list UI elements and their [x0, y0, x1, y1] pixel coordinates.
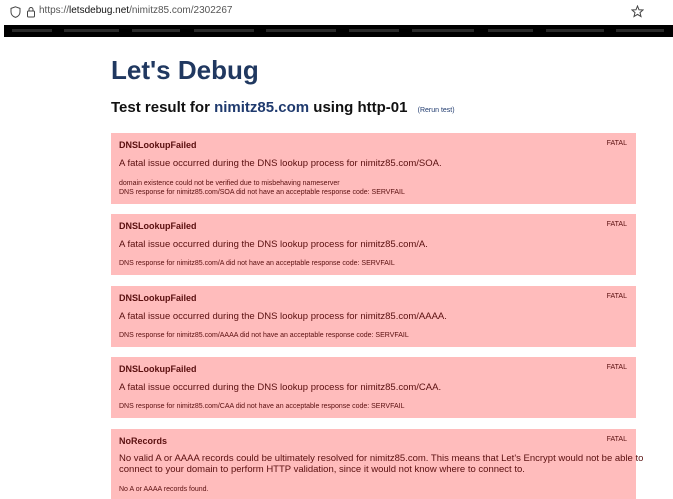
problem-card: NoRecords FATAL No valid A or AAAA recor…	[111, 429, 643, 499]
problem-message: A fatal issue occurred during the DNS lo…	[119, 239, 428, 250]
problem-message: A fatal issue occurred during the DNS lo…	[119, 382, 442, 393]
url-path: /nimitz85.com/2302267	[129, 5, 233, 16]
bookmark-item[interactable]	[349, 29, 399, 32]
problem-detail: domain existence could not be verified d…	[119, 180, 340, 187]
page-title: Let's Debug	[111, 55, 259, 85]
problem-card: DNSLookupFailed FATAL A fatal issue occu…	[111, 286, 636, 347]
url-prefix: https://	[39, 5, 70, 16]
problem-detail: No A or AAAA records found.	[119, 486, 209, 493]
bookmark-item[interactable]	[412, 29, 474, 32]
problem-name: DNSLookupFailed	[119, 293, 197, 303]
problem-message: A fatal issue occurred during the DNS lo…	[119, 158, 442, 169]
tested-domain-link[interactable]: nimitz85.com	[214, 99, 309, 116]
problem-card: DNSLookupFailed FATAL A fatal issue occu…	[111, 357, 636, 418]
bookmark-item[interactable]	[194, 29, 254, 32]
bookmark-item[interactable]	[12, 29, 52, 32]
url-host: letsdebug.net	[69, 5, 130, 16]
url-field[interactable]: https://letsdebug.net/nimitz85.com/23022…	[39, 5, 232, 16]
problem-card: DNSLookupFailed FATAL A fatal issue occu…	[111, 133, 636, 204]
problem-name: NoRecords	[119, 436, 168, 446]
problem-name: DNSLookupFailed	[119, 140, 197, 150]
bookmark-item[interactable]	[546, 29, 604, 32]
tracking-protection-shield-icon[interactable]	[8, 5, 22, 19]
severity-label: FATAL	[606, 364, 627, 371]
severity-label: FATAL	[606, 140, 627, 147]
bookmark-item[interactable]	[616, 29, 664, 32]
test-result-heading: Test result for nimitz85.com using http-…	[111, 99, 455, 116]
problem-message: connect to your domain to perform HTTP v…	[119, 464, 525, 475]
bookmark-item[interactable]	[488, 29, 533, 32]
bookmark-item[interactable]	[266, 29, 336, 32]
severity-label: FATAL	[606, 221, 627, 228]
bookmark-item[interactable]	[132, 29, 180, 32]
severity-label: FATAL	[606, 293, 627, 300]
subtitle-prefix: Test result for	[111, 99, 210, 116]
subtitle-suffix: using http-01	[313, 99, 408, 116]
problem-detail: DNS response for nimitz85.com/CAA did no…	[119, 403, 405, 410]
problem-detail: DNS response for nimitz85.com/AAAA did n…	[119, 332, 409, 339]
lock-icon[interactable]	[24, 5, 38, 19]
problem-name: DNSLookupFailed	[119, 364, 197, 374]
problem-card: DNSLookupFailed FATAL A fatal issue occu…	[111, 214, 636, 275]
problem-name: DNSLookupFailed	[119, 221, 197, 231]
browser-url-bar: https://letsdebug.net/nimitz85.com/23022…	[0, 0, 673, 24]
problem-detail: DNS response for nimitz85.com/A did not …	[119, 260, 395, 267]
bookmark-item[interactable]	[64, 29, 119, 32]
problem-message: A fatal issue occurred during the DNS lo…	[119, 311, 447, 322]
problem-detail: DNS response for nimitz85.com/SOA did no…	[119, 189, 405, 196]
rerun-test-link[interactable]: (Rerun test)	[418, 107, 455, 114]
severity-label: FATAL	[606, 436, 627, 443]
bookmarks-toolbar[interactable]	[4, 25, 673, 37]
bookmark-star-icon[interactable]	[630, 4, 644, 18]
